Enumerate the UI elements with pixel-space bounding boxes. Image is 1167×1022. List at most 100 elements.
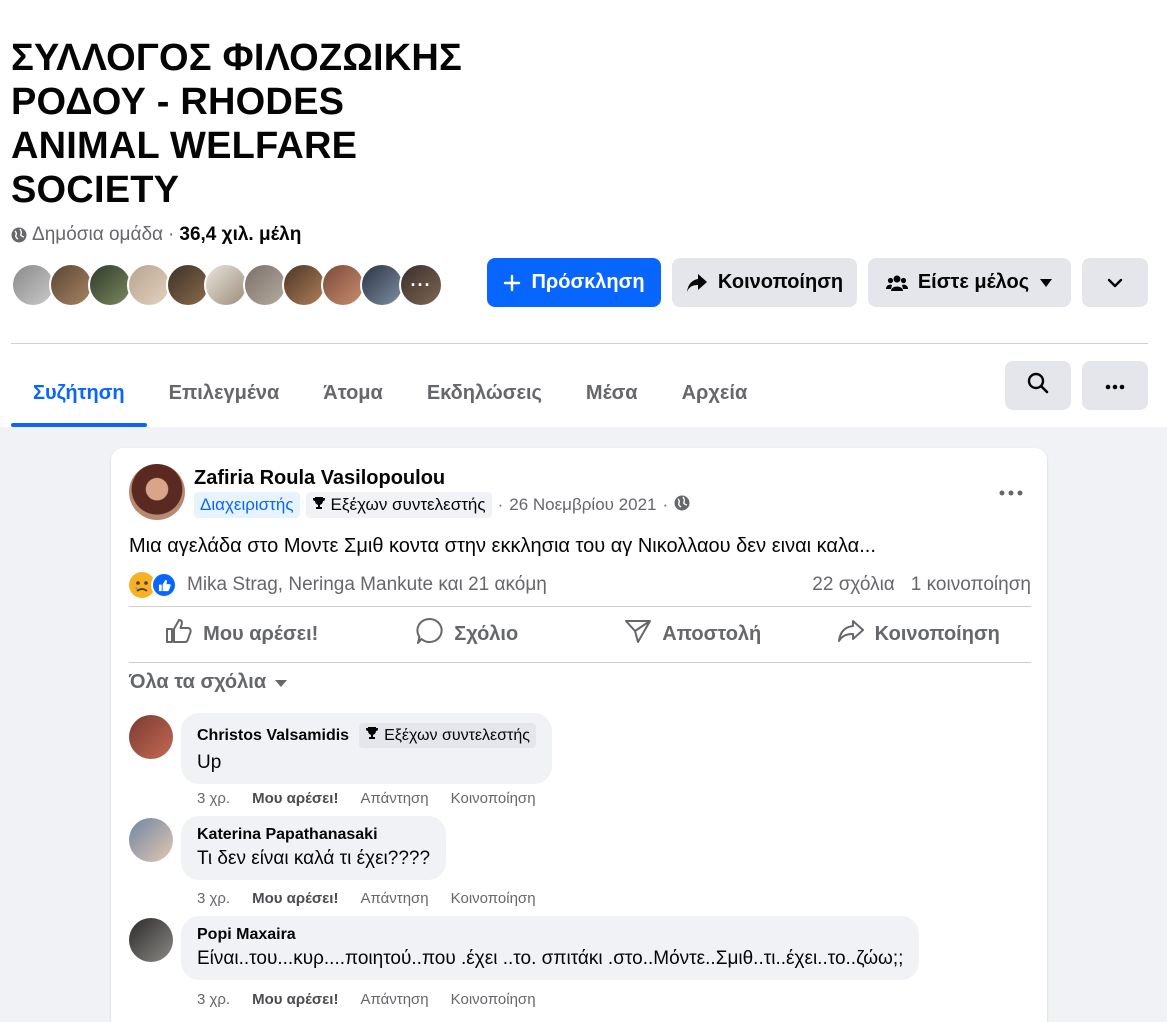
contributor-badge[interactable]: Εξέχων συντελεστής bbox=[305, 492, 492, 518]
comment-reply-button[interactable]: Απάντηση bbox=[360, 790, 428, 807]
globe-icon bbox=[11, 227, 27, 243]
sort-label: Όλα τα σχόλια bbox=[129, 671, 267, 693]
comment-label: Σχόλιο bbox=[454, 622, 519, 645]
send-button[interactable]: Αποστολή bbox=[580, 607, 806, 661]
comment-icon bbox=[416, 617, 444, 651]
share-post-button[interactable]: Κοινοποίηση bbox=[806, 607, 1032, 661]
group-tabs: Συζήτηση Επιλεγμένα Άτομα Εκδηλώσεις Μέσ… bbox=[11, 362, 769, 427]
tab-media[interactable]: Μέσα bbox=[564, 362, 660, 424]
comment-like-button[interactable]: Μου αρέσει! bbox=[252, 991, 338, 1008]
send-label: Αποστολή bbox=[662, 622, 762, 645]
member-avatar[interactable] bbox=[321, 263, 365, 307]
member-avatar[interactable] bbox=[127, 263, 171, 307]
engagement-counts: 22 σχόλια 1 κοινοποίηση bbox=[812, 574, 1031, 596]
membership-label: Είστε μέλος bbox=[917, 271, 1030, 293]
post-divider bbox=[129, 662, 1031, 663]
comment-bubble: Christos Valsamidis Εξέχων συντελεστής U… bbox=[181, 713, 552, 784]
comment-actions: 3 χρ. Μου αρέσει! Απάντηση Κοινοποίηση bbox=[197, 790, 536, 807]
commenter-name[interactable]: Christos Valsamidis bbox=[197, 727, 349, 745]
comment-bubble: Katerina Papathanasaki Τι δεν είναι καλά… bbox=[181, 816, 447, 880]
member-avatar[interactable] bbox=[360, 263, 404, 307]
meta-separator: · bbox=[497, 495, 504, 514]
globe-icon bbox=[674, 495, 690, 516]
post-date[interactable]: 26 Νοεμβρίου 2021 bbox=[509, 495, 656, 515]
reactions-row: Mika Strag, Neringa Mankute και 21 ακόμη… bbox=[129, 570, 1031, 600]
caret-down-icon bbox=[274, 671, 288, 694]
post-actions: Μου αρέσει! Σχόλιο Αποστολή Κοινοποίηση bbox=[129, 607, 1031, 661]
comment-time[interactable]: 3 χρ. bbox=[197, 890, 230, 907]
commenter-avatar[interactable] bbox=[129, 918, 173, 962]
comment-share-button[interactable]: Κοινοποίηση bbox=[451, 790, 536, 807]
admin-badge[interactable]: Διαχειριστής bbox=[194, 492, 300, 518]
post-options-icon[interactable] bbox=[999, 476, 1023, 502]
member-count[interactable]: 36,4 χιλ. μέλη bbox=[179, 224, 301, 246]
member-avatar[interactable] bbox=[49, 263, 93, 307]
commenter-name[interactable]: Katerina Papathanasaki bbox=[197, 826, 378, 844]
reaction-icons[interactable] bbox=[129, 572, 181, 598]
membership-button[interactable]: Είστε μέλος bbox=[868, 258, 1071, 307]
post-author[interactable]: Zafiria Roula Vasilopoulou bbox=[194, 467, 445, 490]
comment-text: Είναι..του...κυρ....ποιητού..που .έχει .… bbox=[197, 948, 904, 969]
comment-actions: 3 χρ. Μου αρέσει! Απάντηση Κοινοποίηση bbox=[197, 991, 536, 1008]
like-button[interactable]: Μου αρέσει! bbox=[129, 607, 355, 661]
member-avatar[interactable] bbox=[243, 263, 287, 307]
tab-people[interactable]: Άτομα bbox=[301, 362, 405, 424]
comment-bubble: Popi Maxaira Είναι..του...κυρ....ποιητού… bbox=[181, 916, 920, 980]
contributor-badge[interactable]: Εξέχων συντελεστής bbox=[359, 723, 536, 748]
more-icon bbox=[1105, 377, 1125, 395]
comment-reply-button[interactable]: Απάντηση bbox=[360, 991, 428, 1008]
commenter-avatar[interactable] bbox=[129, 715, 173, 759]
post-card: Zafiria Roula Vasilopoulou Διαχειριστής … bbox=[111, 448, 1047, 1022]
search-button[interactable] bbox=[1005, 361, 1071, 410]
more-members-avatar[interactable]: ··· bbox=[399, 263, 443, 307]
member-avatar[interactable] bbox=[88, 263, 132, 307]
member-avatar[interactable] bbox=[282, 263, 326, 307]
reactors-list[interactable]: Mika Strag, Neringa Mankute και 21 ακόμη bbox=[187, 574, 547, 596]
commenter-name[interactable]: Popi Maxaira bbox=[197, 926, 296, 944]
commenter-avatar[interactable] bbox=[129, 818, 173, 862]
trophy-icon bbox=[312, 495, 326, 515]
group-meta: Δημόσια ομάδα · 36,4 χιλ. μέλη bbox=[11, 224, 301, 246]
tab-events[interactable]: Εκδηλώσεις bbox=[405, 362, 564, 424]
post-meta: Διαχειριστής Εξέχων συντελεστής · 26 Νοε… bbox=[194, 492, 690, 518]
group-header: ΣΥΛΛΟΓΟΣ ΦΙΛΟΖΩΙΚΗΣ ΡΟΔΟΥ - RHODES ANIMA… bbox=[0, 0, 1167, 427]
comment-share-button[interactable]: Κοινοποίηση bbox=[451, 890, 536, 907]
shares-count[interactable]: 1 κοινοποίηση bbox=[911, 574, 1031, 596]
comment-text: Τι δεν είναι καλά τι έχει???? bbox=[197, 848, 431, 869]
send-icon bbox=[624, 618, 652, 650]
group-title[interactable]: ΣΥΛΛΟΓΟΣ ΦΙΛΟΖΩΙΚΗΣ ΡΟΔΟΥ - RHODES ANIMA… bbox=[11, 36, 481, 212]
comment-button[interactable]: Σχόλιο bbox=[355, 607, 581, 661]
comment-text: Up bbox=[197, 752, 222, 773]
invite-label: Πρόσκληση bbox=[531, 271, 645, 293]
like-label: Μου αρέσει! bbox=[203, 622, 319, 645]
member-avatars[interactable]: ··· bbox=[11, 263, 451, 307]
invite-button[interactable]: Πρόσκληση bbox=[487, 258, 661, 307]
share-group-button[interactable]: Κοινοποίηση bbox=[672, 258, 857, 307]
comment-reply-button[interactable]: Απάντηση bbox=[360, 890, 428, 907]
group-privacy[interactable]: Δημόσια ομάδα bbox=[32, 224, 163, 246]
tab-discussion[interactable]: Συζήτηση bbox=[11, 362, 147, 427]
tab-files[interactable]: Αρχεία bbox=[660, 362, 770, 424]
comments-count[interactable]: 22 σχόλια bbox=[812, 574, 895, 596]
comment-share-button[interactable]: Κοινοποίηση bbox=[451, 991, 536, 1008]
meta-separator: · bbox=[662, 495, 669, 514]
tab-featured[interactable]: Επιλεγμένα bbox=[147, 362, 302, 424]
comment-actions: 3 χρ. Μου αρέσει! Απάντηση Κοινοποίηση bbox=[197, 890, 536, 907]
header-divider bbox=[11, 343, 1148, 344]
comment-sort-dropdown[interactable]: Όλα τα σχόλια bbox=[129, 671, 288, 694]
more-options-button[interactable] bbox=[1082, 361, 1148, 410]
comment-time[interactable]: 3 χρ. bbox=[197, 991, 230, 1008]
group-options-dropdown[interactable] bbox=[1082, 258, 1148, 307]
post-text: Μια αγελάδα στο Μοντε Σμιθ κοντα στην εκ… bbox=[129, 535, 876, 557]
comment-like-button[interactable]: Μου αρέσει! bbox=[252, 790, 338, 807]
contributor-badge-label: Εξέχων συντελεστής bbox=[330, 495, 486, 514]
more-members-dots: ··· bbox=[410, 274, 432, 295]
share-post-label: Κοινοποίηση bbox=[874, 622, 1000, 645]
author-avatar[interactable] bbox=[129, 464, 185, 520]
comment-time[interactable]: 3 χρ. bbox=[197, 790, 230, 807]
comment-like-button[interactable]: Μου αρέσει! bbox=[252, 890, 338, 907]
meta-separator: · bbox=[168, 224, 175, 245]
member-avatar[interactable] bbox=[204, 263, 248, 307]
share-arrow-icon bbox=[837, 619, 865, 649]
plus-icon bbox=[503, 274, 521, 292]
